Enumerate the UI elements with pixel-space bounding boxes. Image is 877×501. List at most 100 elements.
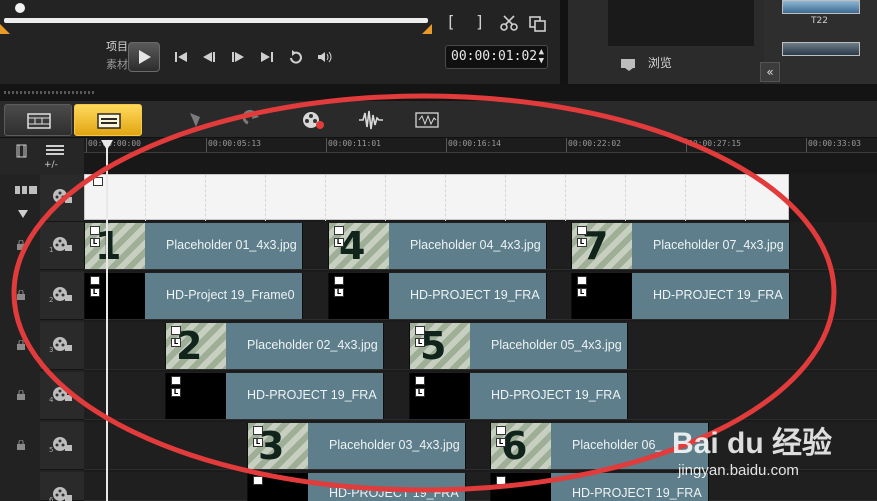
clip-name: Placeholder 01_4x3.jpg	[166, 238, 297, 252]
track-header-overlay[interactable]	[40, 174, 84, 222]
timeline-view-button[interactable]	[74, 104, 142, 136]
audio-mixer-button[interactable]	[358, 109, 384, 131]
library-thumbnail[interactable]	[782, 0, 860, 14]
timecode-field[interactable]: 00:00:01:02 ▲ ▼	[445, 45, 548, 69]
library-thumbnail-label: T22	[811, 16, 828, 26]
go-to-start-button[interactable]	[170, 47, 192, 67]
watermark: Bai du 经验 jingyan.baidu.com	[672, 418, 877, 498]
clip-name: HD-PROJECT 19_FRA	[247, 388, 377, 402]
timecode-spinner-icon[interactable]: ▲ ▼	[539, 48, 544, 66]
next-frame-button[interactable]	[227, 47, 249, 67]
dropdown-chevron-icon[interactable]	[18, 210, 28, 218]
mark-out-button[interactable]: ]	[475, 12, 485, 31]
video-clip[interactable]: 2 L Placeholder 02_4x3.jpg	[165, 323, 384, 369]
track-header-3[interactable]: 3	[40, 322, 84, 370]
skip-back-icon	[175, 52, 187, 62]
video-clip[interactable]: L HD-PROJECT 19_FRA	[571, 273, 790, 319]
clip-layer-icon: L	[171, 338, 181, 347]
storyboard-view-button[interactable]	[4, 104, 72, 136]
clip-name: HD-PROJECT 19_FRA	[410, 288, 540, 302]
browse-label: 浏览	[647, 56, 672, 70]
auto-music-button[interactable]	[414, 109, 440, 131]
library-thumbnails: T22	[764, 0, 877, 84]
repeat-button[interactable]	[285, 47, 307, 67]
video-clip[interactable]: 7 L Placeholder 07_4x3.jpg	[571, 223, 790, 269]
playhead-line[interactable]	[106, 140, 108, 501]
lock-icon[interactable]	[16, 440, 26, 450]
mode-project[interactable]: 项目	[88, 38, 128, 56]
video-clip[interactable]: L HD-Project 19_Frame0	[84, 273, 303, 319]
clip-layer-icon: L	[496, 438, 506, 447]
clip-name: Placeholder 06_	[572, 438, 663, 452]
step-back-icon	[203, 52, 215, 62]
clip-name: HD-Project 19_Frame0	[166, 288, 295, 302]
clip-badge-icon	[496, 426, 506, 435]
library-thumbnail[interactable]	[782, 42, 860, 56]
track-header-6[interactable]: 6	[40, 472, 84, 501]
redo-icon	[242, 109, 259, 125]
go-to-end-button[interactable]	[256, 47, 278, 67]
track-manager-icon[interactable]	[16, 144, 38, 158]
film-reel-record-icon	[303, 112, 324, 129]
panel-divider[interactable]	[0, 84, 877, 101]
music-note-icon	[190, 113, 200, 127]
lock-icon[interactable]	[16, 240, 26, 250]
video-clip[interactable]: L HD-PROJECT 19_FRA	[165, 373, 384, 419]
play-button[interactable]	[128, 42, 160, 72]
film-reel-icon	[53, 487, 72, 501]
track-header-1[interactable]: 1	[40, 222, 84, 270]
track-header-4[interactable]: 4	[40, 372, 84, 420]
lock-icon[interactable]	[16, 290, 26, 300]
enlarge-preview-button[interactable]	[527, 13, 549, 33]
clip-badge-icon	[334, 226, 344, 235]
video-clip[interactable]: 5 L Placeholder 05_4x3.jpg	[409, 323, 628, 369]
trim-end-marker[interactable]	[422, 24, 432, 34]
split-clip-button[interactable]	[498, 13, 520, 33]
overlay-track-clip[interactable]	[84, 174, 789, 221]
film-reel-icon	[53, 287, 72, 301]
speaker-icon	[318, 51, 332, 63]
add-remove-tracks[interactable]: +/-	[44, 160, 58, 170]
video-clip[interactable]: HD-PROJECT 19_FRA	[247, 473, 466, 501]
mark-in-button[interactable]: [	[446, 12, 456, 31]
clip-badge-icon	[415, 376, 425, 385]
video-clip[interactable]: L HD-PROJECT 19_FRA	[409, 373, 628, 419]
lock-icon[interactable]	[16, 340, 26, 350]
video-clip[interactable]: 1 L Placeholder 01_4x3.jpg	[84, 223, 303, 269]
ruler-strip	[84, 153, 877, 174]
undo-redo-button[interactable]	[240, 109, 266, 131]
ripple-edit-icon[interactable]	[14, 184, 38, 196]
filmstrip-icon	[27, 113, 51, 129]
record-capture-button[interactable]	[182, 109, 208, 131]
track-number: 3	[49, 346, 54, 354]
clip-name: HD-PROJECT 19_FRA	[491, 388, 621, 402]
video-clip[interactable]: L HD-PROJECT 19_FRA	[328, 273, 547, 319]
track-manager-area: +/-	[0, 138, 84, 174]
play-icon	[139, 50, 151, 64]
clip-layer-icon: L	[415, 338, 425, 347]
player-panel: 项目 素材 [ ] 00:00:01:02 ▲ ▼	[0, 0, 560, 84]
video-clip[interactable]: 4 L Placeholder 04_4x3.jpg	[328, 223, 547, 269]
collapse-library-button[interactable]: «	[760, 62, 780, 82]
track-header-5[interactable]: 5	[40, 422, 84, 470]
film-reel-icon	[53, 237, 72, 251]
trim-start-marker[interactable]	[0, 24, 10, 34]
timeline-ruler[interactable]: 00:00:00:00 00:00:05:13 00:00:11:01 00:00:1…	[84, 138, 877, 153]
clip-layer-icon: L	[577, 238, 587, 247]
video-capture-button[interactable]	[300, 109, 326, 131]
scrub-bar[interactable]	[4, 18, 428, 23]
track-list-icon[interactable]	[44, 144, 66, 158]
scrub-handle[interactable]	[15, 3, 25, 13]
volume-button[interactable]	[314, 47, 336, 67]
previous-frame-button[interactable]	[198, 47, 220, 67]
video-clip[interactable]: 3 L Placeholder 03_4x3.jpg	[247, 423, 466, 469]
lock-icon[interactable]	[16, 390, 26, 400]
track-number: 6	[49, 496, 54, 501]
clip-layer-icon: L	[90, 238, 100, 247]
browse-button[interactable]: 浏览	[620, 54, 672, 74]
clip-layer-icon: L	[90, 288, 100, 297]
ruler-tick	[806, 138, 807, 152]
track-header-2[interactable]: 2	[40, 272, 84, 320]
mode-clip[interactable]: 素材	[88, 56, 128, 74]
ruler-tick-label: 00:00:33:03	[808, 139, 861, 148]
